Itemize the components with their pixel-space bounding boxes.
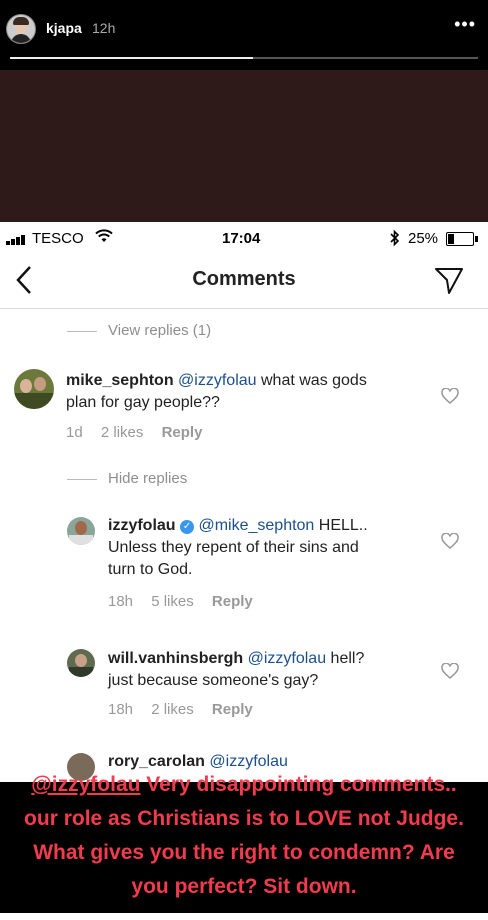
page-title: Comments bbox=[192, 268, 296, 290]
caption-line: Very disappointing comments.. bbox=[140, 773, 457, 796]
caption-line: you perfect? Sit down. bbox=[131, 875, 357, 898]
caption-line: What gives you the right to condemn? Are bbox=[33, 841, 455, 864]
wifi-icon bbox=[95, 229, 113, 242]
caption-line: our role as Christians is to LOVE not Ju… bbox=[24, 807, 464, 830]
story-caption: @izzyfolau Very disappointing comments..… bbox=[0, 768, 488, 904]
comment-text: mike_sephton @izzyfolau what was gods pl… bbox=[66, 370, 367, 414]
comment-text: will.vanhinsbergh @izzyfolau hell? just … bbox=[108, 648, 364, 692]
heart-icon[interactable] bbox=[441, 388, 459, 404]
story-progress-fill bbox=[10, 57, 254, 59]
more-options-icon[interactable]: ••• bbox=[454, 14, 476, 35]
comment-meta: 18h 5 likes Reply bbox=[108, 593, 267, 610]
story-background bbox=[0, 70, 488, 222]
reply-button[interactable]: Reply bbox=[212, 593, 253, 610]
heart-icon[interactable] bbox=[441, 533, 459, 549]
reply-button[interactable]: Reply bbox=[212, 701, 253, 718]
story-progress-bar bbox=[10, 57, 478, 59]
avatar[interactable] bbox=[14, 369, 54, 409]
caption-mention[interactable]: @izzyfolau bbox=[31, 773, 140, 796]
comment-meta: 1d 2 likes Reply bbox=[66, 424, 216, 441]
profile-avatar[interactable] bbox=[6, 14, 36, 44]
status-bar: TESCO 17:04 25% bbox=[0, 222, 488, 252]
comment-username[interactable]: izzyfolau bbox=[108, 517, 176, 534]
bluetooth-icon bbox=[390, 229, 400, 247]
battery-percent: 25% bbox=[408, 230, 439, 247]
comment-username[interactable]: mike_sephton bbox=[66, 372, 174, 389]
likes-count[interactable]: 2 likes bbox=[101, 424, 144, 441]
direct-send-icon[interactable] bbox=[434, 265, 464, 295]
battery-icon bbox=[446, 232, 478, 246]
status-time: 17:04 bbox=[222, 230, 261, 247]
comment-mention[interactable]: @mike_sephton bbox=[198, 517, 314, 534]
comment-body: hell? bbox=[326, 650, 365, 667]
comment-age: 1d bbox=[66, 424, 83, 441]
divider bbox=[67, 331, 97, 332]
nav-bar: Comments bbox=[0, 252, 488, 309]
comments-screenshot: TESCO 17:04 25% Comments View replies (1… bbox=[0, 222, 488, 782]
comment-body: just because someone's gay? bbox=[108, 672, 319, 689]
story-header: kjapa 12h ••• bbox=[0, 0, 488, 70]
view-replies-link[interactable]: View replies (1) bbox=[108, 322, 211, 339]
comment-age: 18h bbox=[108, 593, 134, 610]
comment-body: what was gods bbox=[256, 372, 367, 389]
comment-text: izzyfolau ✓ @mike_sephton HELL.. Unless … bbox=[108, 515, 368, 581]
comment-body: HELL.. bbox=[314, 517, 368, 534]
likes-count[interactable]: 5 likes bbox=[151, 593, 194, 610]
divider bbox=[67, 479, 97, 480]
verified-badge-icon: ✓ bbox=[180, 520, 195, 534]
comment-age: 18h bbox=[108, 701, 134, 718]
comment-mention[interactable]: @izzyfolau bbox=[248, 650, 327, 667]
reply-button[interactable]: Reply bbox=[162, 424, 203, 441]
comment-meta: 18h 2 likes Reply bbox=[108, 701, 267, 718]
likes-count[interactable]: 2 likes bbox=[151, 701, 194, 718]
comment-body: turn to God. bbox=[108, 561, 193, 578]
comment-mention[interactable]: @izzyfolau bbox=[178, 372, 257, 389]
story-time: 12h bbox=[92, 20, 116, 36]
avatar[interactable] bbox=[67, 649, 95, 677]
comment-body: plan for gay people?? bbox=[66, 394, 220, 411]
heart-icon[interactable] bbox=[441, 663, 459, 679]
comment-body: Unless they repent of their sins and bbox=[108, 539, 359, 556]
story-username[interactable]: kjapa bbox=[46, 20, 82, 36]
bottom-edge bbox=[0, 913, 488, 920]
hide-replies-link[interactable]: Hide replies bbox=[108, 470, 187, 487]
avatar[interactable] bbox=[67, 517, 95, 545]
carrier-label: TESCO bbox=[32, 230, 84, 247]
comment-username[interactable]: will.vanhinsbergh bbox=[108, 650, 243, 667]
signal-icon bbox=[6, 233, 30, 245]
